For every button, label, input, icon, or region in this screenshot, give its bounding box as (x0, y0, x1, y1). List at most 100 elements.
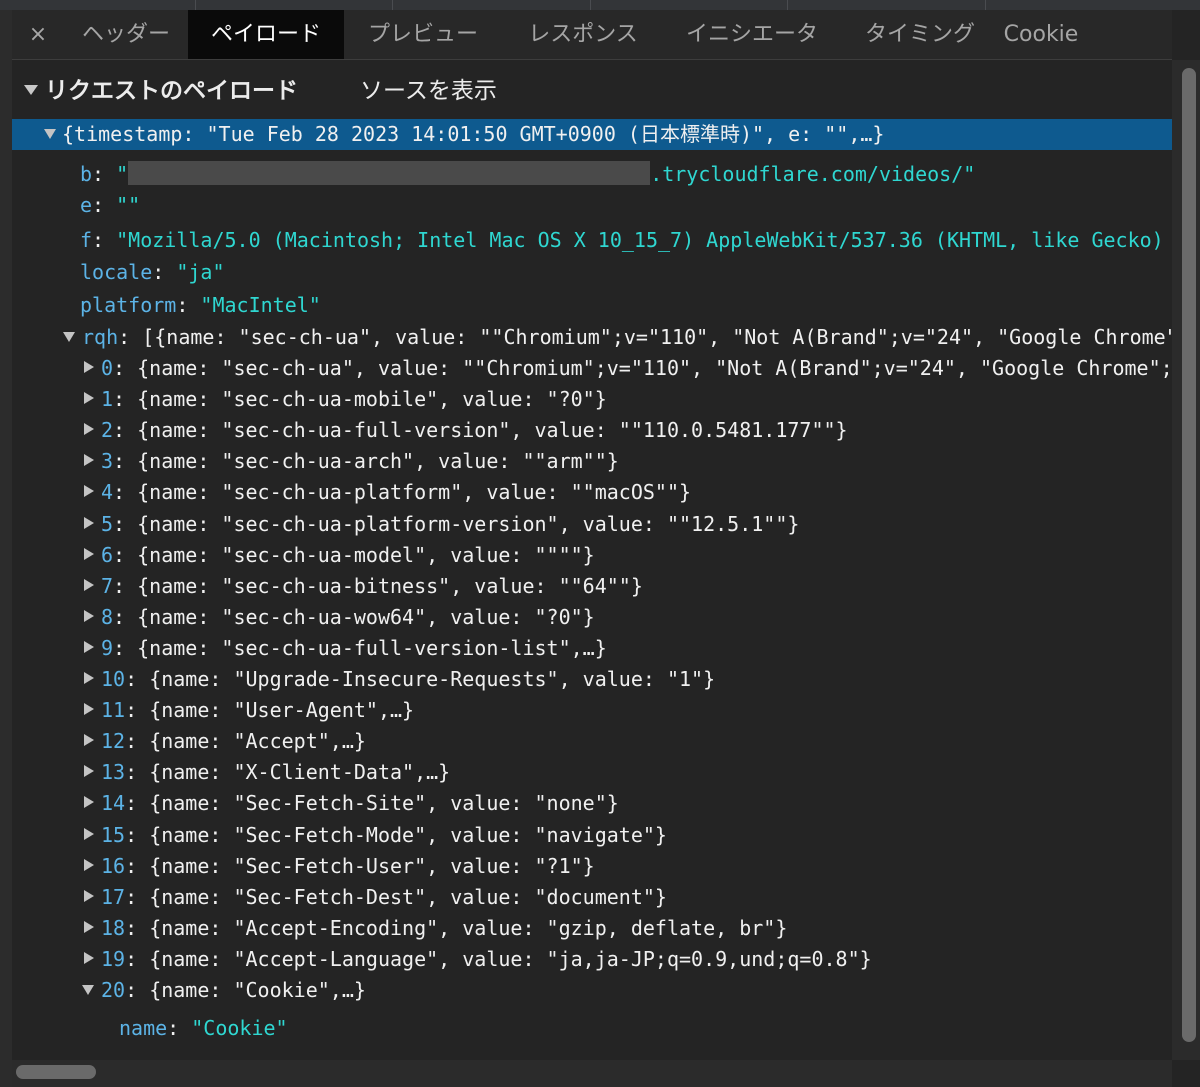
item-index: 7 (101, 574, 114, 598)
rqh-item-row[interactable]: 4: {name: "sec-ch-ua-platform", value: "… (12, 477, 1172, 508)
item-summary: {name: "sec-ch-ua-wow64", value: "?0"} (137, 605, 595, 629)
left-panel-edge (0, 10, 12, 1087)
item-index: 19 (101, 947, 126, 971)
tab-preview[interactable]: プレビュー (344, 10, 502, 59)
property-value: "ja" (176, 260, 225, 284)
expand-triangle-icon[interactable] (84, 517, 94, 529)
strip-divider (787, 0, 788, 10)
expand-triangle-icon[interactable] (84, 392, 94, 404)
tab-response[interactable]: レスポンス (502, 10, 664, 59)
item-index: 9 (101, 636, 114, 660)
expand-triangle-icon[interactable] (24, 85, 38, 95)
expand-triangle-icon[interactable] (84, 859, 94, 871)
item-index: 0 (101, 356, 114, 380)
item-summary: {name: "Sec-Fetch-Site", value: "none"} (149, 791, 619, 815)
item-summary: {name: "Upgrade-Insecure-Requests", valu… (149, 667, 716, 691)
expand-triangle-icon[interactable] (84, 610, 94, 622)
expand-triangle-icon[interactable] (84, 485, 94, 497)
property-key: e (80, 193, 93, 217)
property-row-platform[interactable]: platform: "MacIntel" (12, 290, 1172, 321)
tab-payload[interactable]: ペイロード (188, 10, 344, 59)
collapse-triangle-icon[interactable] (63, 332, 75, 342)
rqh-item-row[interactable]: 20: {name: "Cookie",…} (12, 975, 1172, 1006)
expand-triangle-icon[interactable] (84, 672, 94, 684)
collapse-triangle-icon[interactable] (44, 129, 56, 139)
expand-triangle-icon[interactable] (84, 828, 94, 840)
property-value: "Cookie" (191, 1016, 288, 1040)
expand-triangle-icon[interactable] (84, 765, 94, 777)
expand-triangle-icon[interactable] (84, 796, 94, 808)
cookie-child-row[interactable]: name: "Cookie" (12, 1013, 1172, 1044)
item-summary: {name: "Accept-Encoding", value: "gzip, … (149, 916, 788, 940)
item-index: 13 (101, 760, 126, 784)
item-summary: {name: "sec-ch-ua-model", value: """"} (137, 543, 595, 567)
expand-triangle-icon[interactable] (84, 423, 94, 435)
close-icon[interactable]: × (26, 22, 50, 48)
tab-initiator[interactable]: イニシエータ (664, 10, 840, 59)
expand-triangle-icon[interactable] (84, 734, 94, 746)
property-row-rqh[interactable]: rqh: [{name: "sec-ch-ua", value: ""Chrom… (12, 322, 1172, 353)
collapse-triangle-icon[interactable] (82, 985, 94, 995)
rqh-item-row[interactable]: 3: {name: "sec-ch-ua-arch", value: ""arm… (12, 446, 1172, 477)
devtools-tab-bar: × ヘッダー ペイロード プレビュー レスポンス イニシエータ タイミング Co… (12, 10, 1172, 60)
rqh-item-row[interactable]: 5: {name: "sec-ch-ua-platform-version", … (12, 509, 1172, 540)
property-key: rqh (82, 325, 119, 349)
rqh-item-row[interactable]: 15: {name: "Sec-Fetch-Mode", value: "nav… (12, 820, 1172, 851)
rqh-item-row[interactable]: 16: {name: "Sec-Fetch-User", value: "?1"… (12, 851, 1172, 882)
rqh-item-row[interactable]: 12: {name: "Accept",…} (12, 726, 1172, 757)
property-row-e[interactable]: e: "" (12, 190, 1172, 221)
tab-cookie[interactable]: Cookie (1000, 10, 1082, 59)
property-row-locale[interactable]: locale: "ja" (12, 257, 1172, 288)
expand-triangle-icon[interactable] (84, 952, 94, 964)
item-index: 8 (101, 605, 114, 629)
item-summary: {name: "sec-ch-ua-platform", value: ""ma… (137, 480, 692, 504)
property-row-f[interactable]: f: "Mozilla/5.0 (Macintosh; Intel Mac OS… (12, 225, 1172, 256)
rqh-item-row[interactable]: 13: {name: "X-Client-Data",…} (12, 757, 1172, 788)
tab-headers[interactable]: ヘッダー (64, 10, 188, 59)
horizontal-scrollbar[interactable] (12, 1060, 1172, 1087)
property-key: platform (80, 293, 177, 317)
rqh-item-row[interactable]: 1: {name: "sec-ch-ua-mobile", value: "?0… (12, 384, 1172, 415)
expand-triangle-icon[interactable] (84, 703, 94, 715)
property-value: "MacIntel" (200, 293, 321, 317)
property-value: .trycloudflare.com/videos/" (650, 162, 976, 186)
rqh-item-row[interactable]: 11: {name: "User-Agent",…} (12, 695, 1172, 726)
rqh-item-row[interactable]: 9: {name: "sec-ch-ua-full-version-list",… (12, 633, 1172, 664)
scrollbar-thumb[interactable] (1182, 68, 1196, 1042)
expand-triangle-icon[interactable] (84, 361, 94, 373)
expand-triangle-icon[interactable] (84, 890, 94, 902)
rqh-item-row[interactable]: 0: {name: "sec-ch-ua", value: ""Chromium… (12, 353, 1172, 384)
property-value-prefix: " (116, 162, 129, 186)
rqh-item-row[interactable]: 8: {name: "sec-ch-ua-wow64", value: "?0"… (12, 602, 1172, 633)
rqh-item-row[interactable]: 18: {name: "Accept-Encoding", value: "gz… (12, 913, 1172, 944)
item-summary: {name: "X-Client-Data",…} (149, 760, 451, 784)
item-index: 15 (101, 823, 126, 847)
rqh-item-row[interactable]: 7: {name: "sec-ch-ua-bitness", value: ""… (12, 571, 1172, 602)
expand-triangle-icon[interactable] (84, 921, 94, 933)
expand-triangle-icon[interactable] (84, 548, 94, 560)
rqh-item-row[interactable]: 14: {name: "Sec-Fetch-Site", value: "non… (12, 788, 1172, 819)
payload-root-row[interactable]: {timestamp: "Tue Feb 28 2023 14:01:50 GM… (12, 119, 1172, 150)
rqh-item-row[interactable]: 2: {name: "sec-ch-ua-full-version", valu… (12, 415, 1172, 446)
item-summary: {name: "Sec-Fetch-Mode", value: "navigat… (149, 823, 667, 847)
view-source-link[interactable]: ソースを表示 (360, 74, 497, 108)
property-row-b[interactable]: b: " .trycloudflare.com/videos/" (12, 159, 1172, 190)
expand-triangle-icon[interactable] (84, 579, 94, 591)
tab-timing[interactable]: タイミング (840, 10, 1000, 59)
rqh-item-row[interactable]: 17: {name: "Sec-Fetch-Dest", value: "doc… (12, 882, 1172, 913)
item-index: 17 (101, 885, 126, 909)
request-payload-header[interactable]: リクエストのペイロード ソースを表示 (12, 60, 1172, 116)
payload-panel: リクエストのペイロード ソースを表示 {timestamp: "Tue Feb … (12, 60, 1172, 1060)
expand-triangle-icon[interactable] (84, 454, 94, 466)
rqh-item-row[interactable]: 10: {name: "Upgrade-Insecure-Requests", … (12, 664, 1172, 695)
redacted-block (128, 161, 651, 185)
strip-divider (392, 0, 393, 10)
item-summary: {name: "Accept",…} (149, 729, 366, 753)
property-key: name (119, 1016, 168, 1040)
scrollbar-thumb[interactable] (16, 1065, 96, 1079)
vertical-scrollbar[interactable] (1172, 60, 1200, 1060)
rqh-item-row[interactable]: 6: {name: "sec-ch-ua-model", value: """"… (12, 540, 1172, 571)
expand-triangle-icon[interactable] (84, 641, 94, 653)
item-summary: {name: "sec-ch-ua-arch", value: ""arm""} (137, 449, 619, 473)
rqh-item-row[interactable]: 19: {name: "Accept-Language", value: "ja… (12, 944, 1172, 975)
